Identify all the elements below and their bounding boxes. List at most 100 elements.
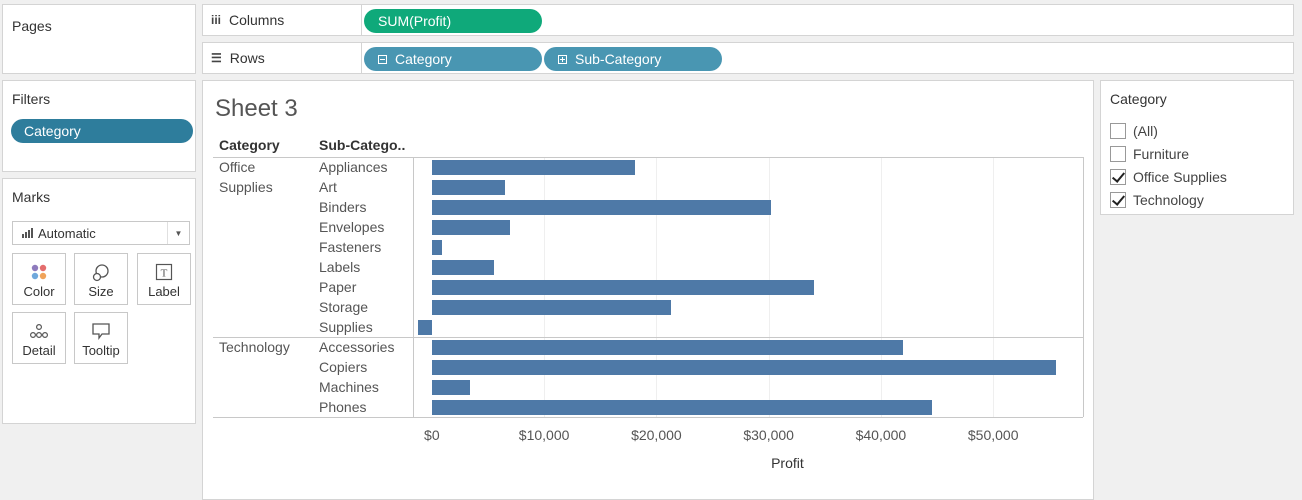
color-label: Color xyxy=(23,284,55,299)
subcategory-label[interactable]: Envelopes xyxy=(319,217,384,237)
category-label-technology[interactable]: Technology xyxy=(219,337,290,357)
rows-shelf[interactable]: ☰ Rows Category Sub-Category xyxy=(202,42,1294,74)
filter-option-all[interactable]: (All) xyxy=(1110,121,1158,141)
bar[interactable] xyxy=(431,380,470,395)
x-tick-label: $30,000 xyxy=(743,427,794,443)
x-tick-label: $40,000 xyxy=(855,427,907,443)
collapse-icon[interactable] xyxy=(378,54,387,64)
row-header-divider xyxy=(413,157,414,417)
chart-bottom-border xyxy=(213,417,1083,418)
color-button[interactable]: Color xyxy=(12,253,66,305)
checkbox[interactable] xyxy=(1110,123,1126,139)
option-label: Furniture xyxy=(1133,146,1190,162)
subcategory-label[interactable]: Art xyxy=(319,177,337,197)
bar[interactable] xyxy=(431,240,443,255)
pill-label: Sub-Category xyxy=(575,51,662,67)
label-label: Label xyxy=(148,284,180,299)
rows-icon: ☰ xyxy=(211,51,222,65)
rows-pill-subcategory[interactable]: Sub-Category xyxy=(544,47,722,71)
size-label: Size xyxy=(88,284,114,299)
checkbox[interactable] xyxy=(1110,169,1126,185)
category-line: Supplies xyxy=(219,179,273,195)
gridline xyxy=(880,157,882,417)
x-tick-label: $20,000 xyxy=(631,427,682,443)
bar[interactable] xyxy=(431,360,1057,375)
pill-label: SUM(Profit) xyxy=(378,13,452,29)
columns-shelf[interactable]: iii Columns SUM(Profit) xyxy=(202,4,1294,36)
tooltip-button[interactable]: Tooltip xyxy=(74,312,128,364)
category-line: Technology xyxy=(219,339,290,355)
subcategory-label[interactable]: Supplies xyxy=(319,317,373,337)
columns-label: Columns xyxy=(229,12,285,28)
bar[interactable] xyxy=(431,340,903,355)
checkbox[interactable] xyxy=(1110,146,1126,162)
marks-card: Marks Automatic ▼ Color Size T Label Det… xyxy=(2,178,196,424)
mark-type-value: Automatic xyxy=(38,225,96,241)
bar-chart-icon xyxy=(22,228,33,238)
subcategory-label[interactable]: Binders xyxy=(319,197,366,217)
bar[interactable] xyxy=(431,160,636,175)
checkbox[interactable] xyxy=(1110,192,1126,208)
detail-icon xyxy=(29,322,49,343)
filter-option-office-supplies[interactable]: Office Supplies xyxy=(1110,167,1227,187)
bar[interactable] xyxy=(431,180,506,195)
filter-option-technology[interactable]: Technology xyxy=(1110,190,1204,210)
detail-button[interactable]: Detail xyxy=(12,312,66,364)
category-line: Office xyxy=(219,159,256,175)
mark-type-dropdown[interactable]: Automatic ▼ xyxy=(12,221,190,245)
columns-pill-sum-profit[interactable]: SUM(Profit) xyxy=(364,9,542,33)
subcategory-label[interactable]: Labels xyxy=(319,257,360,277)
plot-right-border xyxy=(1083,157,1084,417)
filter-option-furniture[interactable]: Furniture xyxy=(1110,144,1189,164)
expand-icon[interactable] xyxy=(558,54,567,64)
subcategory-label[interactable]: Appliances xyxy=(319,157,388,177)
subcategory-header[interactable]: Sub-Catego.. xyxy=(319,137,405,153)
subcategory-label[interactable]: Storage xyxy=(319,297,368,317)
bar[interactable] xyxy=(431,280,815,295)
subcategory-label[interactable]: Copiers xyxy=(319,357,367,377)
subcategory-label[interactable]: Phones xyxy=(319,397,366,417)
label-icon: T xyxy=(155,263,173,284)
x-axis-title: Profit xyxy=(771,455,804,471)
marks-title: Marks xyxy=(12,189,51,205)
subcategory-label[interactable]: Accessories xyxy=(319,337,394,357)
bar[interactable] xyxy=(431,220,510,235)
rows-label-area: ☰ Rows xyxy=(203,43,362,73)
subcategory-label[interactable]: Fasteners xyxy=(319,237,381,257)
option-label: Technology xyxy=(1133,192,1204,208)
pages-title: Pages xyxy=(12,18,52,34)
columns-label-area: iii Columns xyxy=(203,5,362,35)
category-header[interactable]: Category xyxy=(219,137,280,153)
tooltip-icon xyxy=(91,322,111,343)
subcategory-label[interactable]: Paper xyxy=(319,277,356,297)
label-button[interactable]: T Label xyxy=(137,253,191,305)
subcategory-label[interactable]: Machines xyxy=(319,377,379,397)
worksheet: Sheet 3 Category Sub-Catego.. Office Sup… xyxy=(202,80,1094,500)
bar[interactable] xyxy=(431,200,772,215)
category-label-office-supplies[interactable]: Office Supplies xyxy=(219,157,273,197)
chevron-down-icon[interactable]: ▼ xyxy=(167,222,189,244)
pages-card: Pages xyxy=(2,4,196,74)
x-tick-label: $0 xyxy=(424,427,440,443)
bar[interactable] xyxy=(431,300,671,315)
tooltip-label: Tooltip xyxy=(82,343,120,358)
category-filter-card: Category (All) Furniture Office Supplies… xyxy=(1100,80,1294,215)
rows-pill-category[interactable]: Category xyxy=(364,47,542,71)
size-icon xyxy=(91,263,111,286)
gridline xyxy=(993,157,995,417)
columns-icon: iii xyxy=(211,13,222,27)
color-icon xyxy=(30,263,48,284)
x-tick-label: $50,000 xyxy=(967,427,1019,443)
bar[interactable] xyxy=(431,400,932,415)
rows-label: Rows xyxy=(229,50,265,66)
bar[interactable] xyxy=(431,260,495,275)
filters-card: Filters Category xyxy=(2,80,196,172)
category-filter-title: Category xyxy=(1110,91,1167,107)
detail-label: Detail xyxy=(22,343,56,358)
filters-title: Filters xyxy=(12,91,51,107)
option-label: (All) xyxy=(1133,123,1158,139)
bar[interactable] xyxy=(418,320,432,335)
size-button[interactable]: Size xyxy=(74,253,128,305)
filter-pill-category[interactable]: Category xyxy=(11,119,193,143)
pill-label: Category xyxy=(395,51,452,67)
